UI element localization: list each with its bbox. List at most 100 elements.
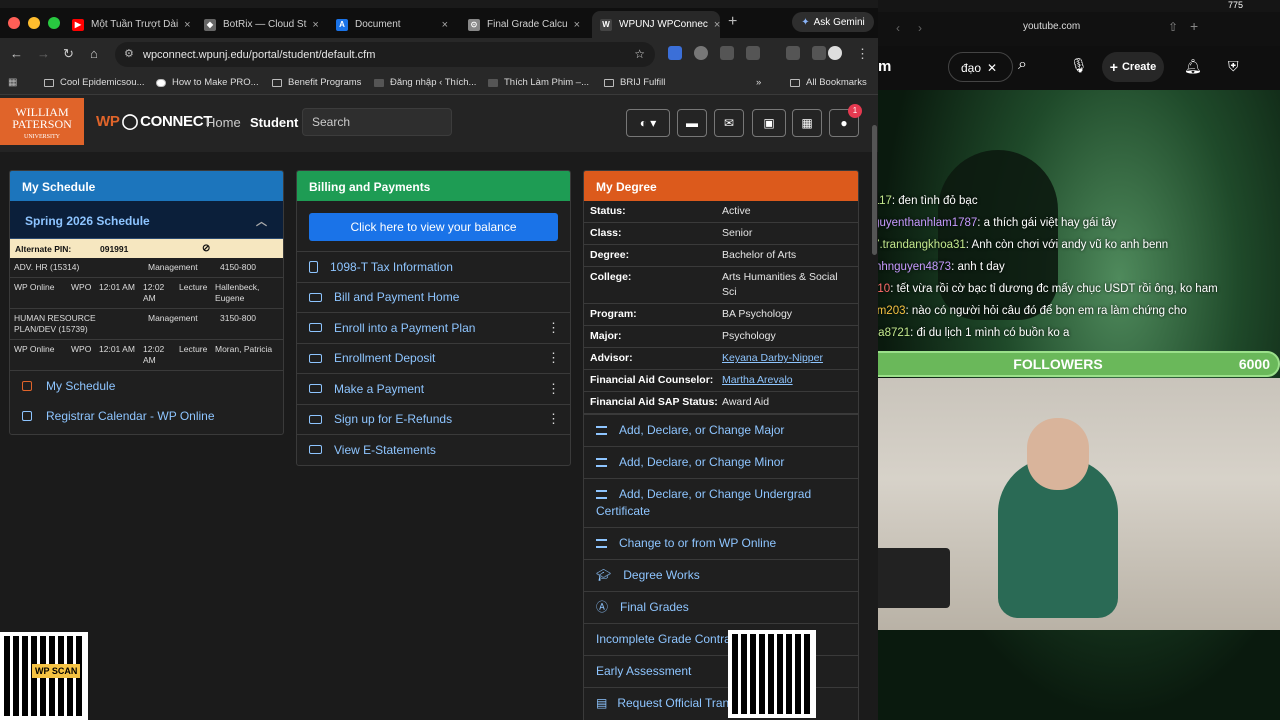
youtube-window: 775 ‹ › youtube.com ⇧ + m đạo ✕ ⌕ 🎙︎ + Cre… [878, 0, 1280, 720]
new-tab-button[interactable]: + [728, 13, 737, 31]
tab-3[interactable]: A Document × [328, 11, 456, 38]
my-schedule-link[interactable]: My Schedule [10, 371, 283, 401]
bookmark-item[interactable]: Đăng nhập ‹ Thích... [374, 77, 476, 88]
extension-icon[interactable] [694, 46, 708, 60]
university-logo[interactable]: WILLIAM PATERSON UNIVERSITY [0, 98, 84, 145]
create-button[interactable]: + Create [1102, 52, 1164, 82]
close-icon[interactable]: × [306, 19, 318, 31]
billing-link-bill-home[interactable]: Bill and Payment Home [297, 281, 570, 313]
degree-link[interactable]: Ⓐ Final Grades [584, 591, 858, 623]
tab-5[interactable]: W WPUNJ WPConnec × [592, 11, 720, 38]
billing-link-1098t[interactable]: 1098-T Tax Information [297, 251, 570, 282]
bookmark-item[interactable]: Thích Làm Phim –... [488, 77, 589, 88]
all-bookmarks-button[interactable]: All Bookmarks [790, 77, 867, 88]
degree-link[interactable]: Add, Declare, or Change Major [584, 414, 858, 446]
theme-toggle-button[interactable]: ◐ ▾ [626, 109, 670, 137]
more-bookmarks-button[interactable]: » [756, 77, 761, 88]
chat-message: @nguyenthanhlam1787: a thích gái việt ha… [878, 212, 1280, 234]
forward-icon[interactable]: › [918, 21, 922, 35]
tab-strip: ▶ Một Tuần Trượt Dài × ◆ BotRix — Cloud St ×… [0, 8, 878, 38]
billing-link-erefunds[interactable]: Sign up for E-Refunds ⋮ [297, 403, 570, 435]
apps-button[interactable]: ▦ [792, 109, 822, 137]
bookmark-item[interactable]: Cool Epidemicsou... [44, 77, 144, 88]
bookmark-item[interactable]: BRIJ Fulfill [604, 77, 665, 88]
billing-link-payment-plan[interactable]: Enroll into a Payment Plan ⋮ [297, 312, 570, 343]
wpconnect-logo[interactable]: WP ◯ CONNECT [96, 112, 212, 130]
tab-1[interactable]: ▶ Một Tuần Trượt Dài × [64, 11, 192, 38]
mail-button[interactable]: ✉ [714, 109, 744, 137]
billing-link-estatements[interactable]: View E-Statements [297, 434, 570, 465]
channel-avatar-icon[interactable]: ⛨ [1228, 58, 1239, 75]
view-balance-button[interactable]: Click here to view your balance [309, 213, 558, 241]
back-icon[interactable]: ← [10, 46, 23, 61]
scrollbar[interactable] [872, 125, 877, 255]
profile-avatar[interactable] [828, 46, 842, 60]
share-icon[interactable]: ⇧ [1168, 20, 1178, 34]
site-settings-icon[interactable]: ⚙ [124, 47, 134, 60]
billing-link-deposit[interactable]: Enrollment Deposit ⋮ [297, 342, 570, 374]
more-vert-icon[interactable]: ⋮ [547, 320, 560, 336]
calendar-button[interactable]: ▣ [752, 109, 786, 137]
home-icon[interactable]: ⌂ [90, 46, 98, 61]
term-header[interactable]: Spring 2026 Schedule ︿ [10, 201, 283, 239]
tab-2[interactable]: ◆ BotRix — Cloud St × [196, 11, 324, 38]
microphone-icon[interactable]: 🎙︎ [1070, 57, 1088, 74]
close-icon[interactable]: × [178, 19, 190, 31]
address-bar[interactable]: ⚙ wpconnect.wpunj.edu/portal/student/def… [115, 42, 655, 67]
close-icon[interactable]: × [708, 19, 720, 31]
folder-icon [604, 78, 614, 87]
table-row: WP Online WPO 12:01 AM 12:02 AM Lecture … [10, 278, 283, 309]
apps-grid-icon[interactable]: ▦ [8, 77, 17, 88]
advisor-link[interactable]: Keyana Darby-Nipper [722, 351, 823, 366]
degree-link[interactable]: Incomplete Grade Contra [584, 623, 858, 655]
favicon-icon [156, 78, 166, 87]
extensions-puzzle-icon[interactable] [746, 46, 760, 60]
document-icon: ▤ [596, 696, 608, 710]
reload-icon[interactable]: ↻ [63, 46, 74, 62]
nav-student[interactable]: Student [250, 115, 298, 130]
bookmark-item[interactable]: How to Make PRO... [156, 77, 259, 88]
degree-link[interactable]: Change to or from WP Online [584, 527, 858, 559]
close-window-button[interactable] [8, 17, 20, 29]
ask-gemini-button[interactable]: ✦ Ask Gemini [792, 12, 874, 32]
bookmark-item[interactable]: Benefit Programs [272, 77, 361, 88]
back-icon[interactable]: ‹ [896, 21, 900, 35]
nav-home[interactable]: Home [206, 115, 241, 130]
extension-icon[interactable] [720, 46, 734, 60]
bell-icon[interactable]: 🔔︎ [1184, 58, 1202, 75]
degree-link[interactable]: Add, Declare, or Change Undergrad Certif… [584, 478, 858, 527]
bookmark-star-icon[interactable]: ☆ [634, 47, 645, 61]
search-icon[interactable]: ⌕ [1018, 56, 1027, 74]
degree-link[interactable]: ▤ Request Official Tran [584, 687, 858, 719]
more-vert-icon[interactable]: ⋮ [547, 350, 560, 366]
menu-dots-icon[interactable]: ⋮ [856, 46, 869, 62]
degree-link[interactable]: Add, Declare, or Change Minor [584, 446, 858, 478]
registrar-calendar-link[interactable]: Registrar Calendar - WP Online [10, 401, 283, 431]
chevron-up-icon[interactable]: ︿ [256, 213, 267, 229]
maximize-window-button[interactable] [48, 17, 60, 29]
download-icon[interactable] [812, 46, 826, 60]
close-icon[interactable]: × [568, 19, 580, 31]
degree-link[interactable]: 🎓︎ Degree Works [584, 559, 858, 591]
chat-button[interactable]: ▬ [677, 109, 707, 137]
youtube-icon: ▶ [72, 18, 84, 31]
degree-link[interactable]: Early Assessment [584, 655, 858, 687]
tab-4[interactable]: ⊙ Final Grade Calcu × [460, 11, 588, 38]
eye-slash-icon[interactable]: ⊘ [202, 243, 210, 254]
more-vert-icon[interactable]: ⋮ [547, 381, 560, 397]
forward-icon[interactable]: → [37, 46, 50, 61]
new-tab-icon[interactable]: + [1190, 18, 1198, 34]
search-input[interactable]: Search [302, 108, 452, 136]
streamer-face [1027, 418, 1089, 490]
exchange-icon [596, 458, 607, 467]
extension-icon[interactable] [668, 46, 682, 60]
counselor-link[interactable]: Martha Arevalo [722, 373, 793, 388]
more-vert-icon[interactable]: ⋮ [547, 411, 560, 427]
search-input[interactable]: đạo ✕ [948, 52, 1013, 82]
clear-icon[interactable]: ✕ [987, 61, 997, 75]
webcam-overlay [878, 378, 1280, 630]
billing-link-make-payment[interactable]: Make a Payment ⋮ [297, 373, 570, 404]
minimize-window-button[interactable] [28, 17, 40, 29]
close-icon[interactable]: × [436, 19, 448, 31]
cast-icon[interactable] [786, 46, 800, 60]
